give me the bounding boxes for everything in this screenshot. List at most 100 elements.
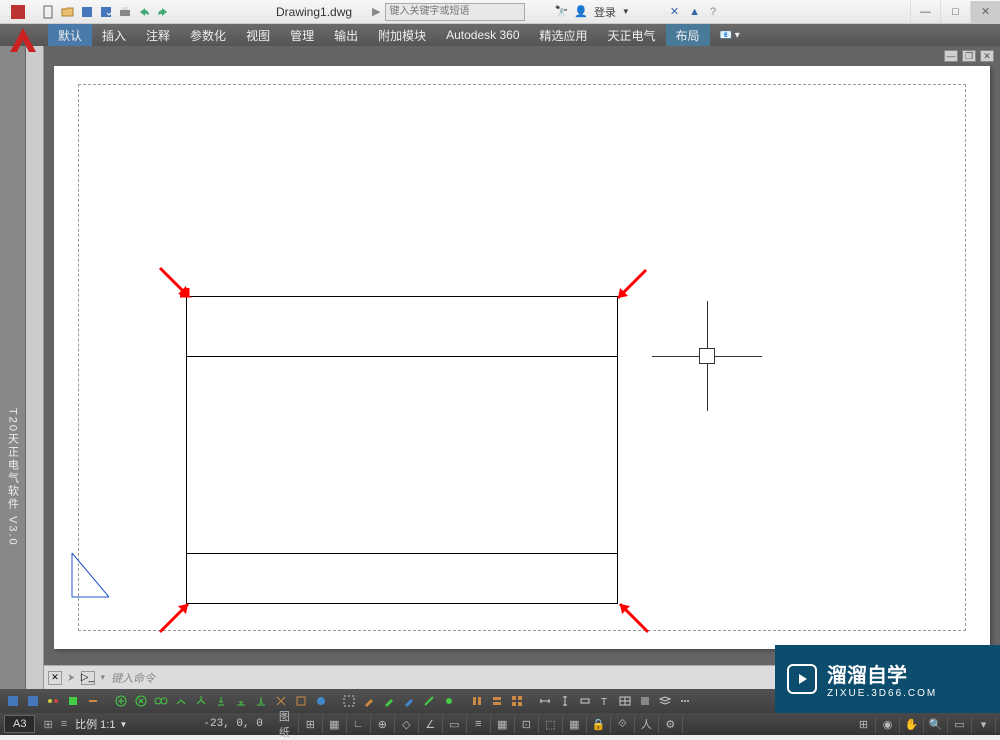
tool-pen-icon[interactable] — [420, 692, 438, 710]
tool-ground-icon[interactable] — [252, 692, 270, 710]
binoculars-icon[interactable]: 🔭 — [555, 5, 569, 18]
tab-addins[interactable]: 附加模块 — [368, 24, 436, 47]
scale-selector[interactable]: 比例 1:1 ▼ — [75, 716, 127, 732]
ascale-icon[interactable]: ⟐ — [615, 715, 635, 733]
ortho-icon[interactable]: ∟ — [351, 715, 371, 733]
tool-dim3-icon[interactable] — [576, 692, 594, 710]
tool-layer-icon[interactable] — [656, 692, 674, 710]
login-area[interactable]: 🔭 👤 登录 ▼ — [555, 4, 630, 20]
viewport-rectangle-inner[interactable] — [186, 356, 618, 554]
otrack-icon[interactable]: ∠ — [423, 715, 443, 733]
ws-icon[interactable]: ⚙ — [663, 715, 683, 733]
open-icon[interactable] — [59, 3, 77, 21]
search-arrow-icon[interactable]: ▶ — [372, 5, 380, 18]
tool-grid-icon[interactable] — [508, 692, 526, 710]
custom-icon[interactable]: ▾ — [976, 715, 996, 733]
tool-block-icon[interactable] — [636, 692, 654, 710]
layout-nav-icon[interactable]: ≡ — [61, 718, 67, 730]
side-panel-tab[interactable]: T20天正电气软件 V3.0 — [0, 46, 26, 689]
tool-save-icon[interactable] — [4, 692, 22, 710]
tool-brush-icon[interactable] — [360, 692, 378, 710]
tool-misc2-icon[interactable] — [292, 692, 310, 710]
polar-icon[interactable]: ⊕ — [375, 715, 395, 733]
tab-autodesk360[interactable]: Autodesk 360 — [436, 25, 529, 45]
cmdline-close-icon[interactable]: ✕ — [48, 671, 62, 685]
zoom-icon[interactable]: 🔍 — [928, 715, 948, 733]
paper-label[interactable]: 图纸 — [279, 715, 299, 733]
tab-parametric[interactable]: 参数化 — [180, 24, 236, 47]
ann-icon[interactable]: 🔒 — [591, 715, 611, 733]
grid-icon[interactable]: ▦ — [327, 715, 347, 733]
cmdline-expand-icon[interactable]: ▾ — [101, 672, 106, 683]
tool-select-icon[interactable] — [340, 692, 358, 710]
redo-icon[interactable] — [154, 3, 172, 21]
lwt-icon[interactable]: ≡ — [471, 715, 491, 733]
tool-cable-icon[interactable] — [232, 692, 250, 710]
tool-symbol2-icon[interactable] — [132, 692, 150, 710]
drawing-canvas[interactable]: — ❐ ✕ ✕ ⮞ ▷_ ▾ 键入命令 — [44, 46, 1000, 689]
tab-insert[interactable]: 插入 — [92, 24, 136, 47]
tool-dot-icon[interactable] — [440, 692, 458, 710]
tool-light-icon[interactable] — [212, 692, 230, 710]
canvas-close-icon[interactable]: ✕ — [980, 50, 994, 62]
viewcube-icon[interactable]: ⊞ — [856, 715, 876, 733]
sc-icon[interactable]: ⬚ — [543, 715, 563, 733]
new-icon[interactable] — [40, 3, 58, 21]
tab-overflow-icon[interactable]: 📧 ▾ — [710, 27, 750, 44]
cmdline-chevron-icon[interactable]: ⮞ — [68, 672, 75, 683]
tool-switch2-icon[interactable] — [192, 692, 210, 710]
qp-icon[interactable]: ⊡ — [519, 715, 539, 733]
tool-align2-icon[interactable] — [488, 692, 506, 710]
save-icon[interactable] — [78, 3, 96, 21]
tool-text-icon[interactable]: T — [596, 692, 614, 710]
tab-layout[interactable]: 布局 — [666, 24, 710, 47]
tool-brush3-icon[interactable] — [400, 692, 418, 710]
transp-icon[interactable]: ▦ — [495, 715, 515, 733]
tool-more-icon[interactable] — [676, 692, 694, 710]
canvas-restore-icon[interactable]: ❐ — [962, 50, 976, 62]
close-button[interactable]: ✕ — [970, 1, 1000, 23]
saveas-icon[interactable] — [97, 3, 115, 21]
maximize-button[interactable]: □ — [940, 1, 970, 23]
layout-add-icon[interactable]: ⊞ — [43, 718, 52, 731]
tool-table-icon[interactable] — [616, 692, 634, 710]
dyn-icon[interactable]: ▭ — [447, 715, 467, 733]
autodesk-icon[interactable]: ▲ — [689, 6, 700, 18]
search-input[interactable] — [385, 3, 525, 21]
tab-tianzheng[interactable]: 天正电气 — [598, 24, 666, 47]
app-menu-icon[interactable] — [0, 0, 36, 24]
tool-dim2-icon[interactable] — [556, 692, 574, 710]
vis-icon[interactable]: 人 — [639, 715, 659, 733]
tab-manage[interactable]: 管理 — [280, 24, 324, 47]
layout-tab-a3[interactable]: A3 — [4, 715, 35, 733]
tool-connector-icon[interactable] — [44, 692, 62, 710]
undo-icon[interactable] — [135, 3, 153, 21]
tool-brush2-icon[interactable] — [380, 692, 398, 710]
tool-dim1-icon[interactable] — [536, 692, 554, 710]
tool-switch-icon[interactable] — [172, 692, 190, 710]
tool-symbol3-icon[interactable] — [152, 692, 170, 710]
tool-symbol1-icon[interactable] — [112, 692, 130, 710]
navwheel-icon[interactable]: ◉ — [880, 715, 900, 733]
tab-annotate[interactable]: 注释 — [136, 24, 180, 47]
tab-view[interactable]: 视图 — [236, 24, 280, 47]
help-icon[interactable]: ? — [710, 6, 716, 18]
exchange-icon[interactable]: ✕ — [670, 5, 679, 18]
tool-save2-icon[interactable] — [24, 692, 42, 710]
osnap-icon[interactable]: ◇ — [399, 715, 419, 733]
cmdline-prompt-icon[interactable]: ▷_ — [81, 671, 95, 685]
pan-icon[interactable]: ✋ — [904, 715, 924, 733]
model-icon[interactable]: ▦ — [567, 715, 587, 733]
paper-space[interactable] — [54, 66, 990, 649]
clean-icon[interactable]: ▭ — [952, 715, 972, 733]
canvas-minimize-icon[interactable]: — — [944, 50, 958, 62]
tool-object-icon[interactable] — [64, 692, 82, 710]
tool-misc3-icon[interactable] — [312, 692, 330, 710]
tab-output[interactable]: 输出 — [324, 24, 368, 47]
snap-icon[interactable]: ⊞ — [303, 715, 323, 733]
tab-default[interactable]: 默认 — [48, 24, 92, 47]
tool-wire-icon[interactable] — [84, 692, 102, 710]
tab-featured[interactable]: 精选应用 — [530, 24, 598, 47]
minimize-button[interactable]: — — [910, 1, 940, 23]
autocad-logo-icon[interactable] — [6, 26, 40, 54]
